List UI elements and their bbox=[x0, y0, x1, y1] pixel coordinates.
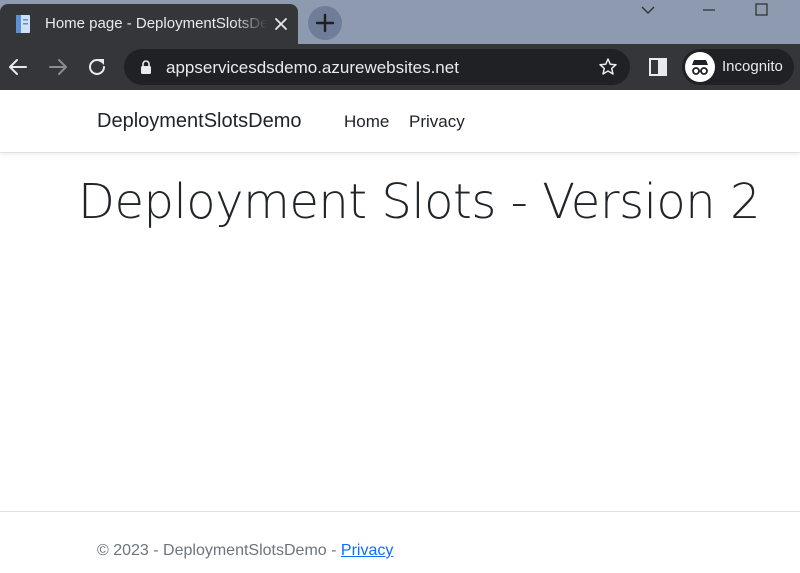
web-page: DeploymentSlotsDemo Home Privacy Deploym… bbox=[0, 90, 800, 573]
site-navbar: DeploymentSlotsDemo Home Privacy bbox=[0, 90, 800, 153]
close-tab-icon[interactable] bbox=[272, 15, 290, 33]
plus-icon bbox=[315, 13, 335, 33]
back-arrow-icon[interactable] bbox=[6, 55, 30, 79]
nav-link-privacy[interactable]: Privacy bbox=[409, 112, 465, 132]
page-favicon-icon bbox=[16, 15, 30, 33]
tab-search-chevron-icon[interactable] bbox=[624, 0, 674, 22]
footer-copyright: © 2023 - DeploymentSlotsDemo - bbox=[97, 542, 341, 559]
side-panel-icon[interactable] bbox=[648, 56, 668, 78]
incognito-icon bbox=[685, 52, 715, 82]
url-text[interactable]: appservicesdsdemo.azurewebsites.net bbox=[166, 58, 459, 78]
incognito-label: Incognito bbox=[722, 58, 783, 75]
address-bar[interactable]: appservicesdsdemo.azurewebsites.net bbox=[124, 49, 630, 85]
tab-title: Home page - DeploymentSlotsDemo bbox=[45, 15, 267, 32]
browser-toolbar: appservicesdsdemo.azurewebsites.net Inco… bbox=[0, 44, 800, 90]
site-brand-link[interactable]: DeploymentSlotsDemo bbox=[97, 110, 302, 133]
bookmark-star-icon[interactable] bbox=[598, 57, 618, 77]
incognito-profile-button[interactable]: Incognito bbox=[682, 49, 794, 85]
browser-title-bar: Home page - DeploymentSlotsDemo bbox=[0, 0, 800, 44]
minimize-window-icon[interactable] bbox=[684, 0, 734, 22]
nav-link-home[interactable]: Home bbox=[344, 112, 389, 132]
browser-tab-active[interactable]: Home page - DeploymentSlotsDemo bbox=[0, 4, 298, 44]
reload-icon[interactable] bbox=[85, 55, 109, 79]
new-tab-button[interactable] bbox=[308, 6, 342, 40]
site-footer: © 2023 - DeploymentSlotsDemo - Privacy bbox=[0, 511, 800, 573]
footer-text: © 2023 - DeploymentSlotsDemo - Privacy bbox=[97, 542, 393, 560]
lock-icon[interactable] bbox=[140, 60, 152, 74]
page-heading: Deployment Slots - Version 2 bbox=[78, 174, 761, 230]
maximize-window-icon[interactable] bbox=[736, 0, 786, 22]
footer-privacy-link[interactable]: Privacy bbox=[341, 542, 393, 559]
forward-arrow-icon[interactable] bbox=[46, 55, 70, 79]
